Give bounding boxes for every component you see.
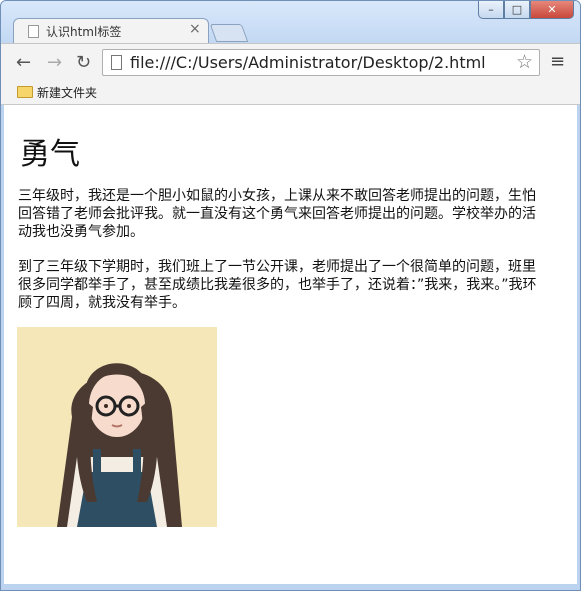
- forward-icon[interactable]: →: [47, 52, 62, 73]
- girl-illustration-svg: [17, 327, 217, 527]
- tab-active[interactable]: 认识html标签 ×: [13, 18, 209, 43]
- url-text[interactable]: file:///C:/Users/Administrator/Desktop/2…: [130, 53, 486, 72]
- new-tab-button[interactable]: [209, 24, 249, 42]
- document-icon: [111, 55, 122, 70]
- back-icon[interactable]: ←: [16, 52, 31, 73]
- paragraph-1: 三年级时，我还是一个胆小如鼠的小女孩，上课从来不敢回答老师提出的问题，生怕回答错…: [18, 188, 536, 240]
- tab-close-icon[interactable]: ×: [189, 21, 201, 37]
- close-button[interactable]: ✕: [530, 1, 574, 19]
- menu-icon[interactable]: ≡: [550, 51, 565, 72]
- maximize-button[interactable]: □: [504, 1, 530, 19]
- window-bottom-border: [1, 584, 580, 590]
- browser-window: 认识html标签 × – □ ✕ ← → ↻ file:///C:/Users/…: [0, 0, 581, 591]
- reload-icon[interactable]: ↻: [76, 52, 91, 73]
- minimize-button[interactable]: –: [478, 1, 504, 19]
- page-icon: [28, 25, 39, 38]
- window-controls: – □ ✕: [478, 1, 574, 19]
- toolbar: ← → ↻ file:///C:/Users/Administrator/Des…: [1, 43, 580, 81]
- title-bar: 认识html标签 × – □ ✕: [1, 1, 580, 43]
- folder-icon: [17, 86, 33, 98]
- paragraph-2: 到了三年级下学期时，我们班上了一节公开课，老师提出了一个很简单的问题，班里很多同…: [18, 259, 537, 311]
- bookmark-star-icon[interactable]: ☆: [516, 51, 533, 73]
- bookmarks-bar: 新建文件夹: [1, 80, 580, 105]
- tab-title: 认识html标签: [46, 25, 122, 39]
- page-content: 勇气 三年级时，我还是一个胆小如鼠的小女孩，上课从来不敢回答老师提出的问题，生怕…: [1, 105, 580, 590]
- girl-illustration: [17, 327, 217, 527]
- address-bar[interactable]: file:///C:/Users/Administrator/Desktop/2…: [102, 49, 540, 76]
- bookmark-folder-label[interactable]: 新建文件夹: [37, 84, 97, 101]
- page-heading: 勇气: [20, 137, 80, 172]
